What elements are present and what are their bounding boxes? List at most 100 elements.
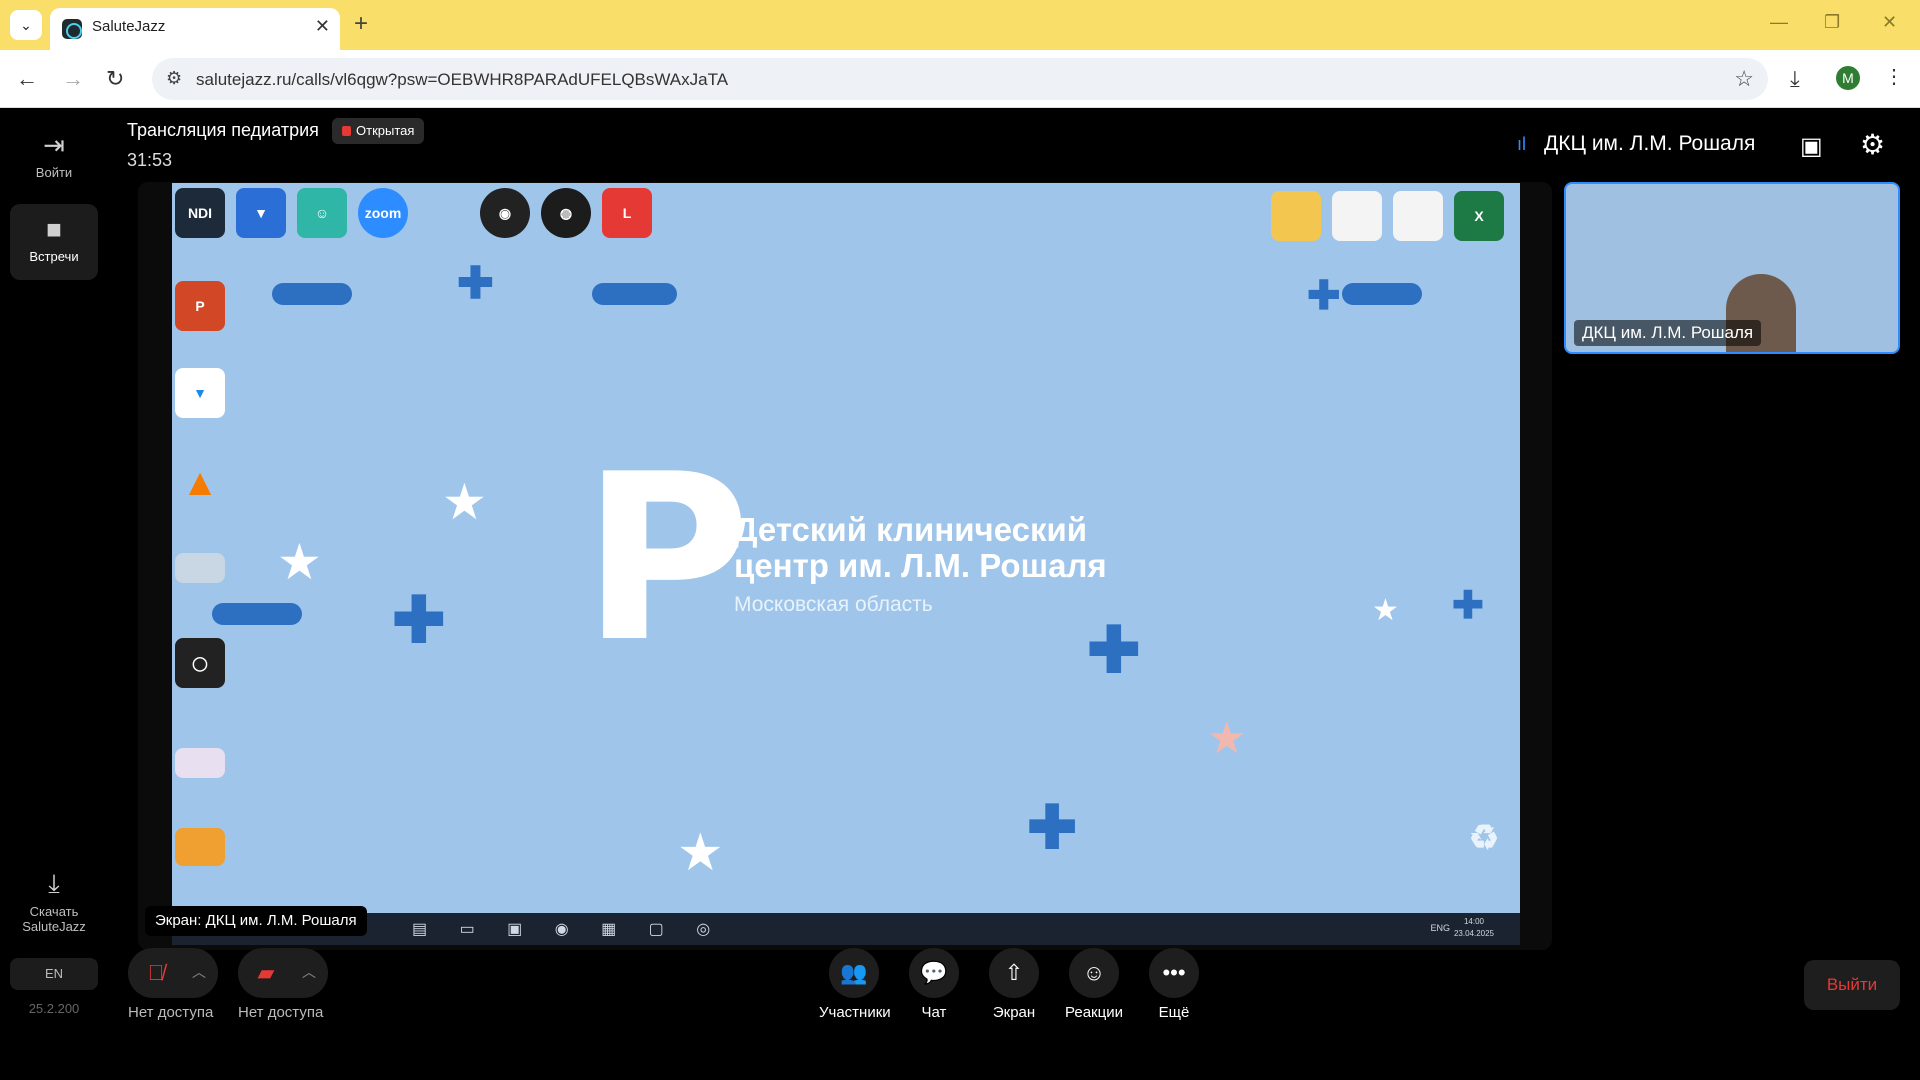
camera-control[interactable]: ▰ ︿: [238, 948, 328, 998]
more-label: Ещё: [1158, 1004, 1190, 1021]
star-decoration-icon: ★: [277, 534, 322, 590]
screen-share-label-text: Экран: [992, 1004, 1036, 1021]
cloud-decoration: [212, 603, 302, 625]
browser-toolbar: ← → ↻ ⚙ salutejazz.ru/calls/vl6qgw?psw=O…: [0, 50, 1920, 108]
browser-tab[interactable]: SaluteJazz ✕: [50, 8, 340, 50]
restore-icon[interactable]: ❐: [1824, 12, 1840, 33]
participant-name: ДКЦ им. Л.М. Рошаля: [1574, 320, 1762, 346]
desktop-icon-document: [1391, 191, 1445, 241]
star-decoration-icon: ★: [442, 474, 487, 530]
desktop-icon-presentation: [173, 748, 227, 778]
org-name-line2: центр им. Л.М. Рошаля: [734, 547, 1107, 584]
sidebar-item-label: Встречи: [29, 249, 79, 264]
screen-share-button[interactable]: ⇧ Экран: [979, 948, 1049, 1021]
microphone-caption: Нет доступа: [128, 1004, 214, 1021]
taskbar-date: 23.04.2025: [1453, 929, 1494, 938]
taskbar-time: 14:00: [1463, 917, 1484, 926]
chevron-up-icon[interactable]: ︿: [192, 962, 206, 982]
desktop-icon-excel: X: [1452, 191, 1506, 241]
participants-button[interactable]: 👥 Участники: [819, 948, 891, 1021]
download-icon: ⤓: [48, 868, 60, 898]
plus-decoration-icon: ✚: [1027, 794, 1078, 861]
desktop-icon-camera-app: ◉: [478, 188, 532, 238]
layout-switch-icon[interactable]: ▣: [1800, 132, 1823, 161]
chat-label: Чат: [921, 1004, 947, 1021]
org-name-line1: Детский клинический: [734, 511, 1088, 548]
desktop-icon-presentation: [173, 828, 227, 866]
desktop-icon-app: ▼: [173, 368, 227, 418]
org-region: Московская область: [734, 593, 933, 616]
back-icon[interactable]: ←: [16, 66, 38, 92]
close-tab-icon[interactable]: ✕: [315, 16, 330, 37]
site-info-icon[interactable]: ⚙: [166, 68, 182, 89]
bookmark-star-icon[interactable]: ☆: [1734, 66, 1754, 92]
reload-icon[interactable]: ↻: [106, 66, 124, 92]
browser-tab-bar: ⌄ SaluteJazz ✕ + — ❐ ✕: [0, 0, 1920, 50]
version-text: 25.2.200: [28, 1001, 80, 1016]
sidebar-item-label: Скачать SaluteJazz: [22, 904, 86, 934]
reactions-button[interactable]: ☺ Реакции: [1059, 948, 1129, 1021]
taskbar-tray-lang: ENG: [1430, 923, 1450, 933]
desktop-icon-ndi: NDI: [173, 188, 227, 238]
plus-decoration-icon: ✚: [1452, 585, 1484, 627]
tab-title: SaluteJazz: [92, 18, 166, 35]
plus-decoration-icon: ✚: [457, 259, 494, 308]
sidebar-item-meetings[interactable]: ■ Встречи: [10, 204, 98, 280]
url-text[interactable]: salutejazz.ru/calls/vl6qgw?psw=OEBWHR8PA…: [196, 70, 728, 90]
login-icon: ⇥: [43, 130, 65, 160]
tab-list-button[interactable]: ⌄: [10, 10, 42, 40]
speaking-indicator-icon: ıl: [1517, 134, 1526, 154]
reactions-icon: ☺: [1069, 948, 1119, 998]
participants-label: Участники: [819, 1004, 891, 1021]
participant-tile[interactable]: ДКЦ им. Л.М. Рошаля: [1564, 182, 1900, 354]
chat-button[interactable]: 💬 Чат: [899, 948, 969, 1021]
desktop-icon-document: [1330, 191, 1384, 241]
camera-caption: Нет доступа: [238, 1004, 324, 1021]
sidebar-item-download-app[interactable]: ⤓ Скачать SaluteJazz: [10, 858, 98, 938]
screen-share-label: Экран: ДКЦ им. Л.М. Рошаля: [145, 906, 367, 936]
download-icon[interactable]: ⤓: [1790, 66, 1800, 92]
cloud-decoration: [1342, 283, 1422, 305]
sidebar: ⇥ Войти ■ Встречи ⤓ Скачать SaluteJazz E…: [0, 108, 108, 1030]
salutejazz-favicon-icon: [62, 19, 82, 39]
minimize-icon[interactable]: —: [1770, 12, 1788, 33]
shared-desktop: ✚ ✚ ✚ ✚ ✚ ✚ ★ ★ ★ ★ ★ P Детский клиничес…: [172, 183, 1520, 913]
sidebar-item-login[interactable]: ⇥ Войти: [10, 120, 98, 196]
leave-call-button[interactable]: Выйти: [1804, 960, 1900, 1010]
camera-off-icon[interactable]: ▰: [238, 948, 294, 998]
plus-decoration-icon: ✚: [1307, 274, 1341, 318]
sidebar-item-label: Войти: [35, 165, 73, 180]
access-badge[interactable]: Открытая: [332, 118, 425, 144]
salutejazz-app: ⇥ Войти ■ Встречи ⤓ Скачать SaluteJazz E…: [0, 108, 1920, 1030]
new-tab-button[interactable]: +: [354, 10, 368, 38]
recycle-bin-icon: ♻: [1468, 819, 1500, 857]
chevron-up-icon[interactable]: ︿: [302, 962, 316, 982]
desktop-icon-app: ☺: [295, 188, 349, 238]
settings-gear-icon[interactable]: ⚙: [1860, 128, 1885, 161]
more-icon: •••: [1149, 948, 1199, 998]
desktop-icon-yandex-app: ◯: [173, 638, 227, 688]
taskbar-clock: 14:00 23.04.2025: [1454, 916, 1494, 940]
more-button[interactable]: ••• Ещё: [1139, 948, 1209, 1021]
language-button[interactable]: EN: [10, 958, 98, 990]
browser-menu-icon[interactable]: ⋮: [1884, 64, 1904, 89]
rochal-logo-icon: P: [582, 426, 751, 693]
video-camera-icon: ■: [46, 214, 62, 244]
desktop-icon-powerpoint: P: [173, 281, 227, 331]
desktop-icon-vlc-desktop: ▼: [234, 188, 288, 238]
desktop-icon-folder: [1269, 191, 1323, 241]
close-window-icon[interactable]: ✕: [1882, 12, 1897, 33]
star-decoration-icon: ★: [1372, 594, 1399, 627]
desktop-icon-red-app: L: [600, 188, 654, 238]
profile-avatar[interactable]: M: [1836, 66, 1860, 90]
microphone-off-icon[interactable]: 🎙̸: [128, 948, 184, 998]
taskbar-icons: ▤ ▭ ▣ ◉ ▦ ▢ ◎: [412, 921, 725, 938]
address-bar[interactable]: ⚙ salutejazz.ru/calls/vl6qgw?psw=OEBWHR8…: [152, 58, 1768, 100]
forward-icon[interactable]: →: [62, 66, 84, 92]
plus-decoration-icon: ✚: [1087, 614, 1141, 686]
reactions-label: Реакции: [1065, 1004, 1123, 1021]
plus-decoration-icon: ✚: [392, 584, 446, 656]
chat-icon: 💬: [909, 948, 959, 998]
microphone-control[interactable]: 🎙̸ ︿: [128, 948, 218, 998]
access-badge-label: Открытая: [356, 123, 415, 138]
